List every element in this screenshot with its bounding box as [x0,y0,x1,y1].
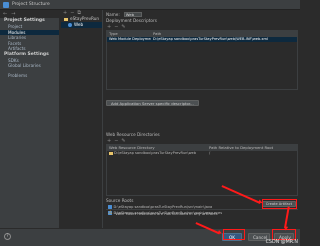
forward-arrow-icon[interactable]: → [11,11,15,17]
add-icon[interactable]: + [107,24,111,30]
folder-icon [109,151,113,155]
folder-icon [64,17,68,21]
app-icon [3,1,9,8]
warning-text: 'Web' Facet resources are not included i… [114,210,218,216]
table-row[interactable]: Web Module Deployment Descriptor D:\eSta… [107,36,297,42]
add-icon[interactable]: + [63,10,67,16]
annotation-box-ok [223,229,245,240]
relative-path: / [209,150,211,155]
add-icon[interactable]: + [107,138,111,144]
table-row[interactable]: D:\eStayap sandbox\prasTurStayPrevRun\we… [107,151,297,157]
edit-icon[interactable]: ✎ [121,138,125,144]
dialog-footer: ? OK Cancel Apply [0,228,300,246]
name-input[interactable]: Web [123,11,142,17]
web-facet-icon [68,23,72,27]
tree-item-web-facet[interactable]: Web [61,22,102,28]
deployment-descriptors-table: Type Path Web Module Deployment Descript… [106,30,298,90]
descriptor-type: Web Module Deployment Descriptor [109,36,151,41]
remove-icon[interactable]: − [114,138,118,144]
add-server-descriptor-button[interactable]: Add Application Server specific descript… [106,100,199,106]
back-arrow-icon[interactable]: ← [3,11,7,17]
facet-name: Web [74,22,84,27]
web-resource-dir: D:\eStayap sandbox\prasTurStayPrevRun\we… [107,151,207,157]
name-label: Name: [106,11,120,17]
facet-settings-panel: Name: Web Deployment Descriptors + − ✎ T… [104,10,300,228]
warning-icon: ⚠ [108,209,113,216]
name-row: Name: Web [104,10,300,18]
nav-item-problems[interactable]: Problems [0,73,59,79]
help-icon[interactable]: ? [4,233,11,240]
copy-icon[interactable]: ⧉ [77,10,81,16]
edit-icon[interactable]: ✎ [121,24,125,30]
web-resource-dir-path: D:\eStayap sandbox\prasTurStayPrevRun\we… [114,150,197,155]
facet-warning: ⚠ 'Web' Facet resources are not included… [106,209,298,216]
settings-nav: Project Settings Project Modules Librari… [0,18,60,228]
module-tree: + − ⧉ eStayPrevRun Web [61,10,103,228]
watermark: CSDN @MR.N [265,240,298,245]
title-bar: Project Structure [0,0,300,10]
descriptor-path: D:\eStayap sandbox\prasTurStayPrevRun\we… [153,36,269,41]
web-resources-table: Web Resource Directory Path Relative to … [106,144,298,196]
annotation-box-create-artifact [262,199,297,209]
remove-icon[interactable]: − [70,10,74,16]
nav-toolbar: ← → [0,10,60,18]
remove-icon[interactable]: − [114,24,118,30]
window-title: Project Structure [12,2,50,7]
annotation-box-apply [272,229,296,240]
